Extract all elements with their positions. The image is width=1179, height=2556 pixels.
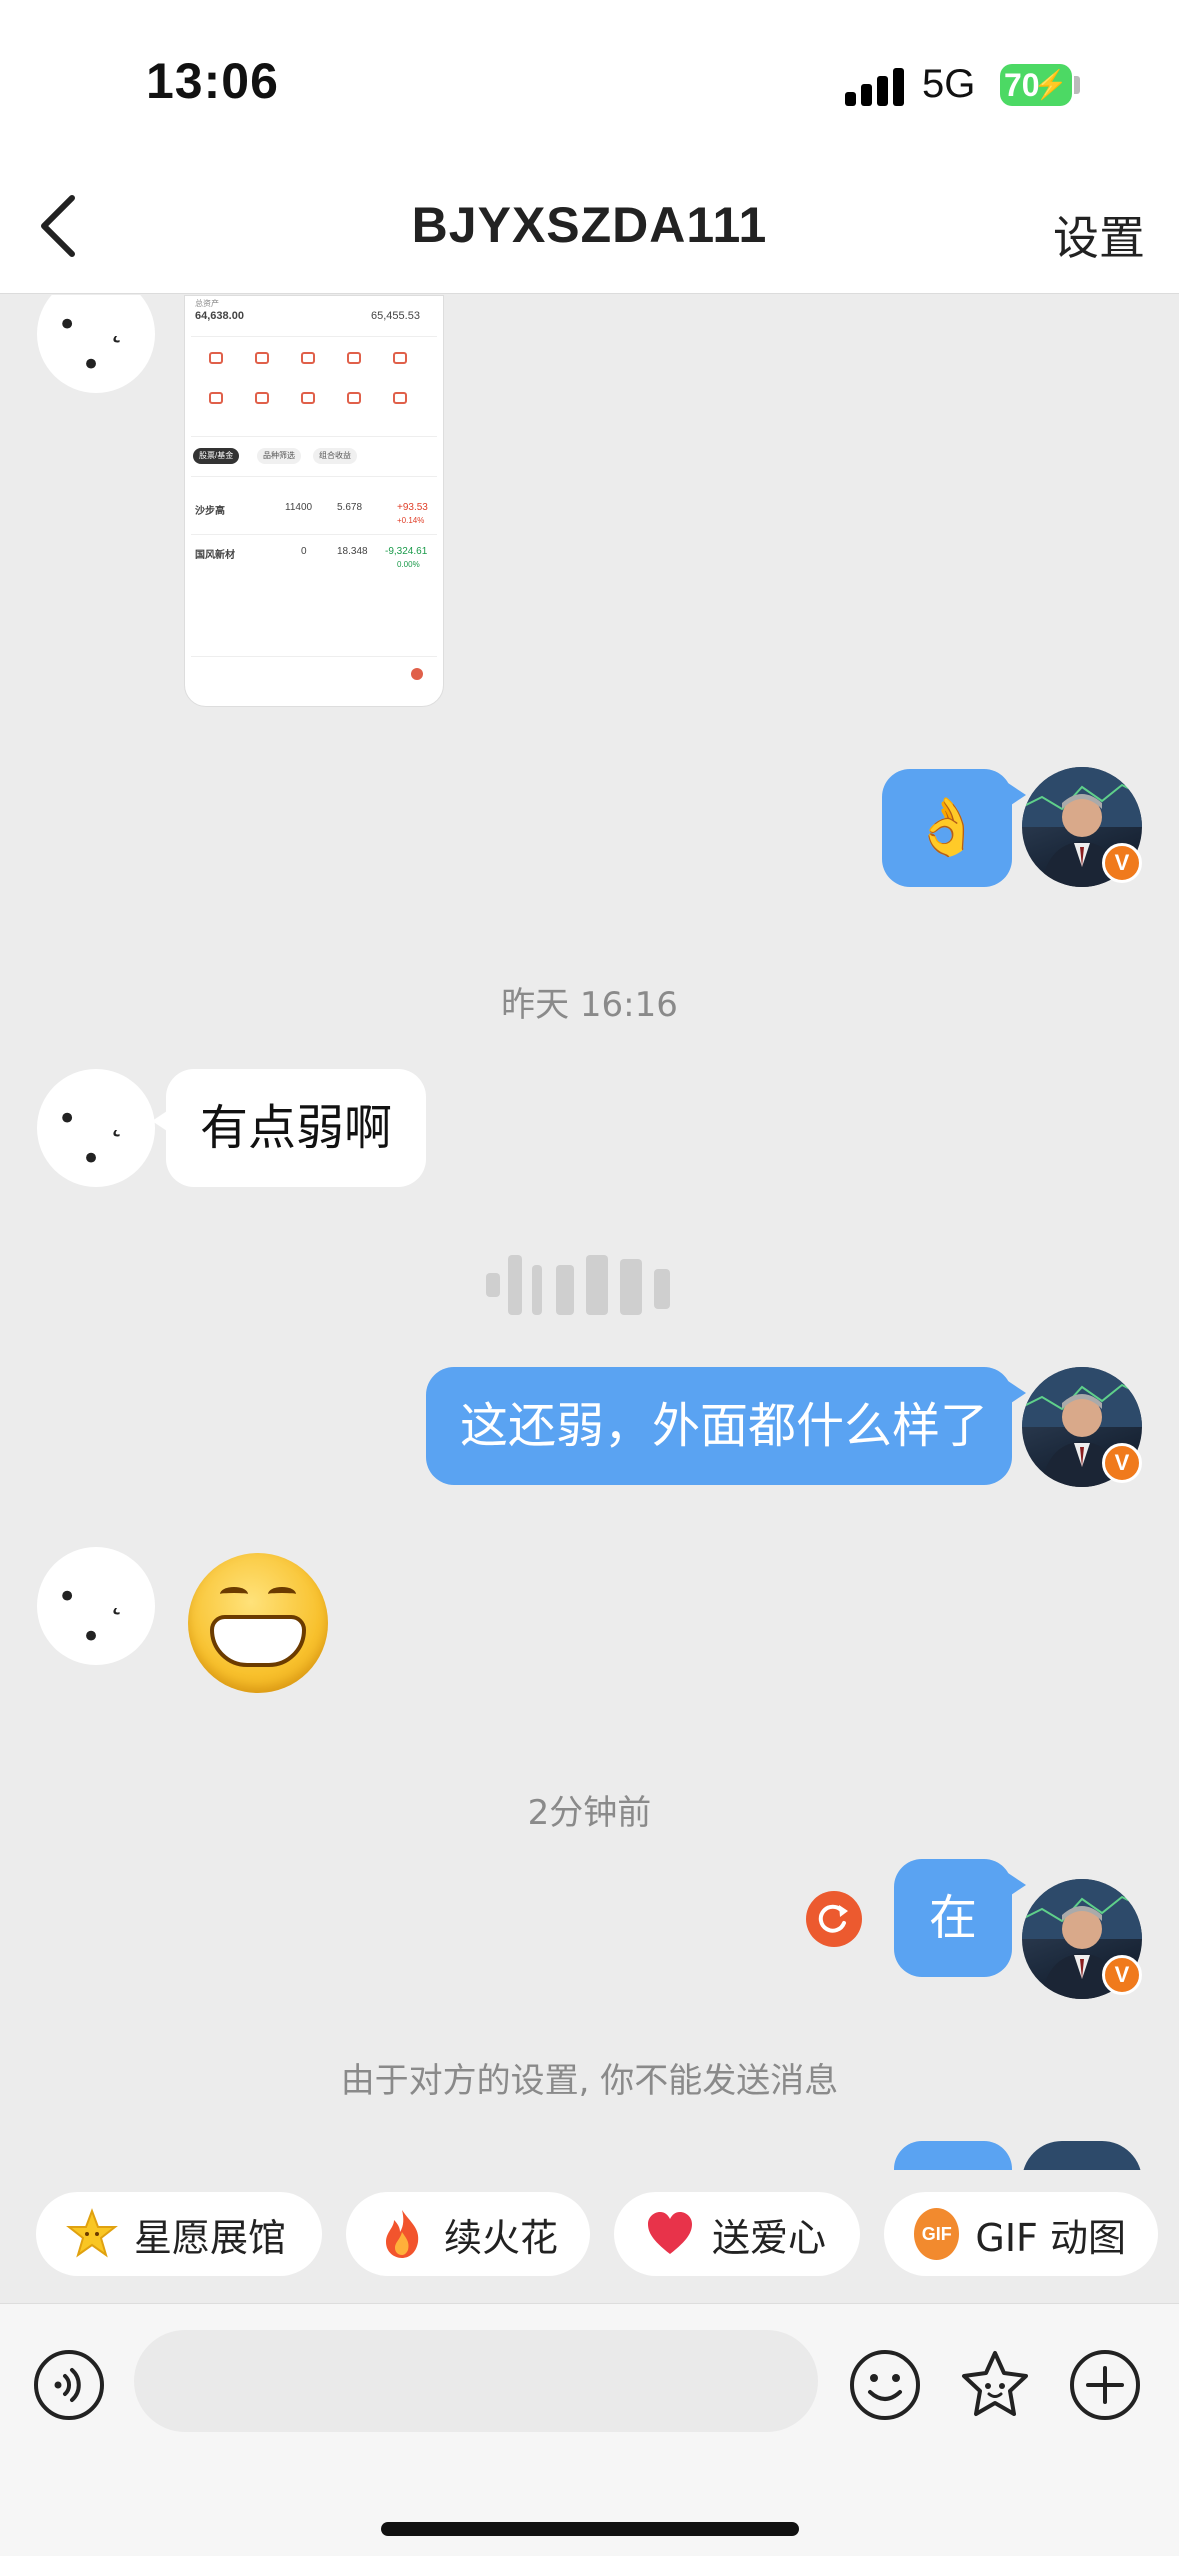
- quick-action-send-love[interactable]: 送爱心: [614, 2192, 860, 2276]
- thumb-total-left: 64,638.00: [195, 310, 244, 322]
- heart-icon: [644, 2208, 696, 2260]
- page-title: BJYXSZDA111: [411, 197, 768, 253]
- thumb-tab-2: 品种筛选: [257, 448, 301, 464]
- thumb-total-right: 65,455.53: [371, 310, 420, 322]
- quick-actions-bar: 星愿展馆 续火花 送爱心 GIF GIF 动图: [0, 2170, 1179, 2302]
- quick-action-continue-spark[interactable]: 续火花: [346, 2192, 590, 2276]
- voice-icon: [34, 2350, 104, 2420]
- message-bubble-outgoing[interactable]: 这还弱，外面都什么样了: [426, 1367, 1026, 1485]
- blurred-text: [486, 1255, 686, 1315]
- thumb-tab-3: 组合收益: [313, 448, 357, 464]
- status-bar: 13:06 5G 70 ⚡: [0, 0, 1179, 160]
- voice-button[interactable]: [32, 2348, 106, 2422]
- message-input[interactable]: [134, 2330, 818, 2432]
- thumb-tab-1: 股票/基金: [193, 448, 240, 464]
- gif-icon: GIF: [914, 2208, 960, 2260]
- more-button[interactable]: [1068, 2348, 1142, 2422]
- system-notice: 由于对方的设置, 你不能发送消息: [340, 2061, 839, 2101]
- battery-icon: 70 ⚡: [1000, 64, 1072, 106]
- message-bubble-outgoing[interactable]: 👌: [882, 769, 1026, 887]
- message-bubble-outgoing[interactable]: [894, 2141, 1012, 2170]
- star-face-icon: [66, 2208, 118, 2260]
- verified-badge-icon: V: [1102, 843, 1142, 883]
- grin-emoji-sticker[interactable]: [188, 1553, 328, 1693]
- timestamp: 2分钟前: [527, 1793, 652, 1833]
- battery-cap: [1074, 76, 1080, 94]
- smiley-icon: [850, 2350, 920, 2420]
- settings-button[interactable]: 设置: [1053, 202, 1145, 268]
- nav-bar: BJYXSZDA111 设置: [0, 160, 1179, 294]
- message-bubble-outgoing-failed[interactable]: 在: [894, 1859, 1026, 1977]
- star-sticker-icon: [962, 2351, 1028, 2416]
- shared-screenshot-image[interactable]: 总资产 64,638.00 65,455.53 股票/基金 品种筛选 组合收益 …: [184, 295, 444, 707]
- plus-icon: [1070, 2350, 1140, 2420]
- timestamp: 昨天 16:16: [501, 985, 678, 1025]
- input-bar: [0, 2303, 1179, 2556]
- quick-action-gif[interactable]: GIF GIF 动图: [884, 2192, 1158, 2276]
- emoji-button[interactable]: [848, 2348, 922, 2422]
- partner-avatar[interactable]: • ˛ •: [37, 1547, 155, 1665]
- chat-history[interactable]: • ˛ • 总资产 64,638.00 65,455.53 股票/基金 品种筛选…: [0, 295, 1179, 2170]
- home-indicator[interactable]: [381, 2522, 799, 2536]
- message-bubble-incoming[interactable]: 有点弱啊: [151, 1069, 427, 1187]
- charging-bolt-icon: ⚡: [1033, 69, 1068, 100]
- verified-badge-icon: V: [1102, 1443, 1142, 1483]
- verified-badge-icon: V: [1102, 1955, 1142, 1995]
- partner-avatar[interactable]: • ˛ •: [37, 1069, 155, 1187]
- my-avatar[interactable]: [1022, 2141, 1142, 2170]
- sticker-button[interactable]: [958, 2348, 1032, 2422]
- fire-icon: [376, 2208, 428, 2260]
- partner-avatar[interactable]: • ˛ •: [37, 295, 155, 393]
- signal-strength-icon: [845, 66, 905, 106]
- network-type: 5G: [922, 62, 976, 106]
- quick-action-star-hall[interactable]: 星愿展馆: [36, 2192, 322, 2276]
- retry-send-icon[interactable]: [806, 1891, 862, 1947]
- status-time: 13:06: [146, 53, 279, 109]
